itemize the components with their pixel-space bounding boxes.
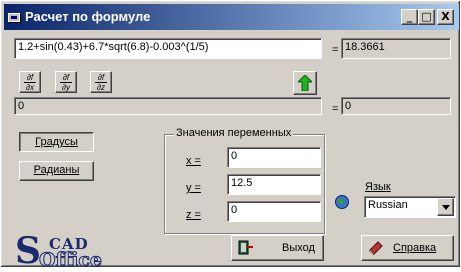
formula-input[interactable]: 1.2+sin(0.43)+6.7*sqrt(6.8)-0.003^(1/5) <box>14 38 322 59</box>
help-label: Справка <box>393 242 437 254</box>
y-input[interactable]: 12.5 <box>227 174 321 195</box>
derivative-x-numerator: ∂f <box>24 73 36 83</box>
derivative-y-numerator: ∂f <box>60 73 72 83</box>
close-button[interactable]: X <box>437 9 454 25</box>
degrees-label: Градусы <box>35 136 78 148</box>
derivative-result: 0 <box>341 97 451 115</box>
green-up-arrow-icon <box>298 75 312 91</box>
app-icon <box>8 13 20 22</box>
insert-up-button[interactable] <box>293 71 317 95</box>
derivative-x-button[interactable]: ∂f ∂x <box>19 71 41 93</box>
window-title: Расчет по формуле <box>25 9 151 24</box>
title-bar[interactable]: Расчет по формуле _ □ X <box>4 4 459 30</box>
language-select[interactable]: Russian <box>364 196 456 218</box>
formula-calculator-window: Расчет по формуле _ □ X 1.2+sin(0.43)+6.… <box>0 0 461 272</box>
maximize-button[interactable]: □ <box>418 9 435 25</box>
derivative-z-denominator: ∂z <box>97 83 105 92</box>
exit-button[interactable]: Выход <box>231 235 324 261</box>
globe-icon <box>335 195 349 209</box>
derivative-z-button[interactable]: ∂f ∂z <box>90 71 112 93</box>
variables-caption: Значения переменных <box>174 127 294 139</box>
help-book-icon <box>368 241 383 256</box>
degrees-button[interactable]: Градусы <box>19 132 94 152</box>
help-button[interactable]: Справка <box>361 235 454 261</box>
derivative-y-button[interactable]: ∂f ∂y <box>55 71 77 93</box>
minimize-button[interactable]: _ <box>401 9 418 25</box>
z-input[interactable]: 0 <box>227 201 321 222</box>
exit-label: Выход <box>282 242 315 254</box>
formula-equals-sign: = <box>332 44 339 56</box>
y-label: y = <box>186 182 201 194</box>
language-label: Язык <box>365 181 391 193</box>
formula-result: 18.3661 <box>341 38 451 59</box>
derivative-expression: 0 <box>14 97 322 115</box>
derivative-equals-sign: = <box>332 103 339 115</box>
radians-button[interactable]: Радианы <box>19 161 94 181</box>
radians-label: Радианы <box>33 164 80 176</box>
derivative-z-numerator: ∂f <box>95 73 107 83</box>
exit-door-icon <box>238 240 253 255</box>
z-label: z = <box>186 209 201 221</box>
x-label: x = <box>186 155 201 167</box>
derivative-x-denominator: ∂x <box>26 83 34 92</box>
chevron-down-icon[interactable] <box>437 198 454 216</box>
x-input[interactable]: 0 <box>227 147 321 168</box>
scad-logo-s: S <box>15 230 41 272</box>
derivative-y-denominator: ∂y <box>62 83 70 92</box>
language-selected-value: Russian <box>368 199 408 211</box>
